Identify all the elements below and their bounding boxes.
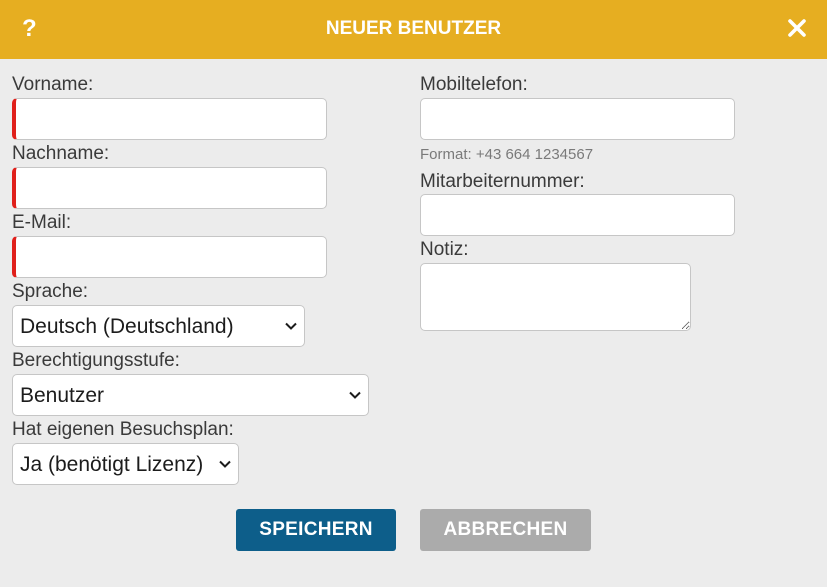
mobile-input[interactable] <box>420 98 735 140</box>
note-label: Notiz: <box>420 239 469 260</box>
dialog-titlebar: ? NEUER BENUTZER <box>0 0 827 59</box>
email-input[interactable] <box>12 236 327 278</box>
visit-plan-select[interactable]: Ja (benötigt Lizenz) <box>12 443 239 485</box>
cancel-button[interactable]: ABBRECHEN <box>420 509 591 551</box>
permission-level-label: Berechtigungsstufe: <box>12 350 180 371</box>
chevron-down-icon <box>219 460 231 468</box>
language-label: Sprache: <box>12 281 89 302</box>
chevron-down-icon <box>349 391 361 399</box>
last-name-label: Nachname: <box>12 143 110 164</box>
mobile-label: Mobiltelefon: <box>420 74 528 95</box>
permission-level-selected-value: Benutzer <box>20 384 105 407</box>
new-user-dialog: ? NEUER BENUTZER Vorname: Nachname: E-Ma… <box>0 0 827 587</box>
first-name-label: Vorname: <box>12 74 94 95</box>
dialog-title: NEUER BENUTZER <box>325 18 502 39</box>
employee-number-input[interactable] <box>420 194 735 236</box>
employee-number-label: Mitarbeiternummer: <box>420 171 585 192</box>
mobile-format-hint: Format: +43 664 1234567 <box>420 146 594 163</box>
note-textarea[interactable] <box>420 263 691 331</box>
last-name-input[interactable] <box>12 167 327 209</box>
chevron-down-icon <box>285 322 297 330</box>
visit-plan-selected-value: Ja (benötigt Lizenz) <box>20 453 204 476</box>
language-selected-value: Deutsch (Deutschland) <box>20 315 234 338</box>
first-name-input[interactable] <box>12 98 327 140</box>
save-button[interactable]: SPEICHERN <box>236 509 396 551</box>
close-icon[interactable] <box>785 16 809 40</box>
email-label: E-Mail: <box>12 212 72 233</box>
language-select[interactable]: Deutsch (Deutschland) <box>12 305 305 347</box>
visit-plan-label: Hat eigenen Besuchsplan: <box>12 419 234 440</box>
permission-level-select[interactable]: Benutzer <box>12 374 369 416</box>
